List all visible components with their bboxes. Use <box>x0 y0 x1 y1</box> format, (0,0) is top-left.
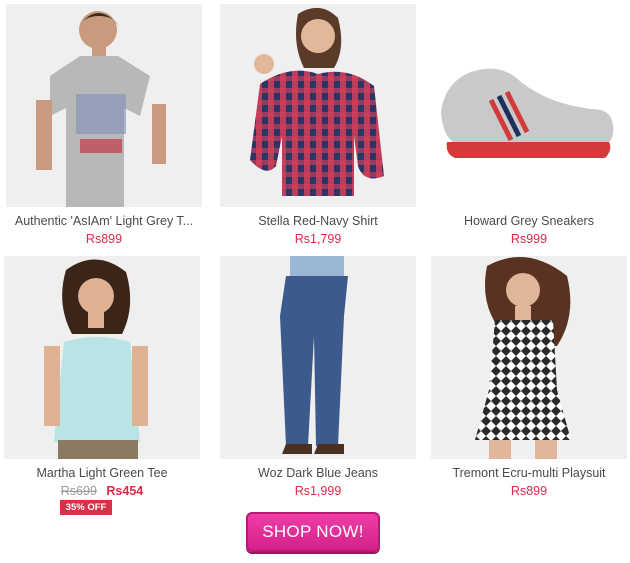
product-title[interactable]: Stella Red-Navy Shirt <box>220 214 416 228</box>
product-price-row: Rs699 Rs454 <box>4 484 200 498</box>
product-card-tee[interactable]: Martha Light Green Tee Rs699 Rs454 35% O… <box>4 256 200 515</box>
product-card-shirt[interactable]: Stella Red-Navy Shirt Rs1,799 <box>220 4 416 246</box>
product-image-sneakers[interactable] <box>431 4 627 207</box>
shirt-model-illustration <box>220 4 416 207</box>
product-title[interactable]: Authentic 'AsIAm' Light Grey T... <box>6 214 202 228</box>
product-price: Rs1,799 <box>294 232 342 246</box>
product-image-jeans[interactable] <box>220 256 416 459</box>
discount-badge: 35% OFF <box>60 500 112 515</box>
product-title[interactable]: Martha Light Green Tee <box>4 466 200 480</box>
product-title[interactable]: Tremont Ecru-multi Playsuit <box>431 466 627 480</box>
sale-price: Rs454 <box>106 484 144 498</box>
jeans-model-illustration <box>220 256 416 459</box>
original-price: Rs699 <box>60 484 97 498</box>
product-price: Rs899 <box>85 232 123 246</box>
product-image-playsuit[interactable] <box>431 256 627 459</box>
tshirt-model-illustration <box>6 4 202 207</box>
cta-container: SHOP NOW! <box>246 512 380 552</box>
product-card-playsuit[interactable]: Tremont Ecru-multi Playsuit Rs899 <box>431 256 627 498</box>
product-price: Rs899 <box>510 484 548 498</box>
shop-now-button[interactable]: SHOP NOW! <box>246 512 380 552</box>
tee-model-illustration <box>4 256 200 459</box>
product-grid: Authentic 'AsIAm' Light Grey T... Rs899 <box>0 0 630 515</box>
product-card-jeans[interactable]: Woz Dark Blue Jeans Rs1,999 <box>220 256 416 498</box>
product-card-sneakers[interactable]: Howard Grey Sneakers Rs999 <box>431 4 627 246</box>
product-card-tshirt[interactable]: Authentic 'AsIAm' Light Grey T... Rs899 <box>6 4 202 246</box>
product-title[interactable]: Woz Dark Blue Jeans <box>220 466 416 480</box>
product-price: Rs1,999 <box>294 484 342 498</box>
product-title[interactable]: Howard Grey Sneakers <box>431 214 627 228</box>
playsuit-model-illustration <box>431 256 627 459</box>
product-price: Rs999 <box>510 232 548 246</box>
product-image-tshirt[interactable] <box>6 4 202 207</box>
product-image-tee[interactable] <box>4 256 200 459</box>
sneaker-illustration <box>431 4 627 207</box>
product-image-shirt[interactable] <box>220 4 416 207</box>
